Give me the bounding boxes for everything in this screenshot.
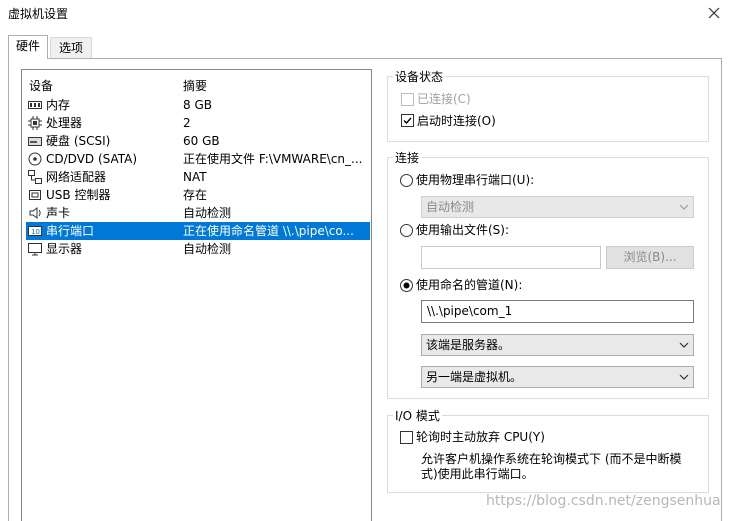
connected-checkbox[interactable] bbox=[401, 93, 414, 106]
output-file-label[interactable]: 使用输出文件(S): bbox=[416, 222, 509, 238]
cpu-icon bbox=[28, 116, 42, 130]
device-summary: 自动检测 bbox=[183, 242, 232, 256]
chevron-down-icon bbox=[679, 342, 689, 348]
io-mode-description-line1: 允许客户机操作系统在轮询模式下 (而不是中断模 bbox=[421, 452, 682, 466]
connect-at-power-on-checkbox[interactable] bbox=[401, 114, 414, 127]
device-summary: 自动检测 bbox=[183, 206, 232, 220]
physical-port-radio[interactable] bbox=[400, 174, 413, 187]
device-row-network[interactable]: 网络适配器 NAT bbox=[26, 168, 370, 186]
device-row-cd-dvd[interactable]: CD/DVD (SATA) 正在使用文件 F:\VMWARE\cn_... bbox=[26, 150, 370, 168]
select-value: 自动检测 bbox=[426, 200, 475, 214]
chevron-down-icon bbox=[679, 374, 689, 380]
close-button[interactable] bbox=[702, 1, 726, 25]
device-row-display[interactable]: 显示器 自动检测 bbox=[26, 240, 370, 258]
virtual-machine-settings-window: 虚拟机设置 硬件 选项 设备 摘要 内存 8 GB 处理器 2 硬盘 (SCSI… bbox=[0, 0, 729, 521]
memory-icon bbox=[28, 101, 42, 109]
named-pipe-value: \\.\pipe\com_1 bbox=[427, 304, 513, 318]
io-mode-title: I/O 模式 bbox=[393, 409, 442, 423]
yield-cpu-checkbox[interactable] bbox=[400, 431, 413, 444]
device-summary: NAT bbox=[183, 170, 207, 184]
harddisk-icon bbox=[28, 137, 42, 146]
device-summary: 正在使用命名管道 \\.\pipe\co... bbox=[183, 224, 354, 238]
tab-hardware[interactable]: 硬件 bbox=[8, 35, 48, 59]
device-summary: 60 GB bbox=[183, 134, 220, 148]
pipe-end-select[interactable]: 该端是服务器。 bbox=[421, 334, 694, 356]
device-name: 网络适配器 bbox=[46, 170, 107, 184]
device-row-serial-port[interactable]: 101 串行端口 正在使用命名管道 \\.\pipe\co... bbox=[26, 222, 370, 240]
device-summary: 2 bbox=[183, 116, 191, 130]
other-end-select[interactable]: 另一端是虚拟机。 bbox=[421, 366, 694, 388]
svg-text:101: 101 bbox=[31, 228, 42, 236]
usb-icon bbox=[29, 190, 41, 200]
output-file-input[interactable] bbox=[421, 246, 601, 269]
connection-title: 连接 bbox=[393, 151, 422, 165]
device-status-group bbox=[387, 76, 709, 142]
device-row-sound[interactable]: 声卡 自动检测 bbox=[26, 204, 370, 222]
close-icon bbox=[708, 7, 720, 19]
device-row-usb[interactable]: USB 控制器 存在 bbox=[26, 186, 370, 204]
named-pipe-label[interactable]: 使用命名的管道(N): bbox=[416, 277, 522, 293]
display-icon bbox=[28, 243, 42, 256]
physical-port-label[interactable]: 使用物理串行端口(U): bbox=[416, 172, 534, 188]
output-file-radio[interactable] bbox=[400, 224, 413, 237]
network-icon bbox=[28, 170, 42, 184]
radio-dot-icon bbox=[403, 282, 410, 289]
device-summary: 8 GB bbox=[183, 98, 212, 112]
device-name: 内存 bbox=[46, 98, 71, 112]
device-name: 串行端口 bbox=[46, 224, 95, 238]
window-title: 虚拟机设置 bbox=[8, 7, 69, 21]
browse-button[interactable]: 浏览(B)... bbox=[606, 246, 694, 269]
device-name: USB 控制器 bbox=[46, 188, 111, 202]
device-status-title: 设备状态 bbox=[393, 70, 446, 84]
tab-options[interactable]: 选项 bbox=[50, 37, 92, 59]
select-value: 另一端是虚拟机。 bbox=[426, 370, 523, 384]
watermark: https://blog.csdn.net/zengsenhua bbox=[486, 493, 721, 509]
device-name: 处理器 bbox=[46, 116, 83, 130]
device-name: 声卡 bbox=[46, 206, 71, 220]
device-summary: 存在 bbox=[183, 188, 208, 202]
sound-icon bbox=[29, 207, 41, 219]
select-value: 该端是服务器。 bbox=[426, 338, 511, 352]
io-mode-description-line2: 式)使用此串行端口。 bbox=[421, 467, 534, 481]
device-summary: 正在使用文件 F:\VMWARE\cn_... bbox=[183, 152, 363, 166]
column-header-summary[interactable]: 摘要 bbox=[183, 77, 207, 94]
device-name: 显示器 bbox=[46, 242, 83, 256]
named-pipe-input[interactable]: \\.\pipe\com_1 bbox=[421, 300, 694, 323]
column-header-device[interactable]: 设备 bbox=[29, 77, 53, 94]
connect-at-power-on-label[interactable]: 启动时连接(O) bbox=[417, 113, 496, 129]
chevron-down-icon bbox=[679, 204, 689, 210]
named-pipe-radio[interactable] bbox=[400, 279, 413, 292]
cd-icon bbox=[28, 152, 42, 166]
device-row-cpu[interactable]: 处理器 2 bbox=[26, 114, 370, 132]
device-row-harddisk[interactable]: 硬盘 (SCSI) 60 GB bbox=[26, 132, 370, 150]
device-name: CD/DVD (SATA) bbox=[46, 152, 138, 166]
connected-label[interactable]: 已连接(C) bbox=[417, 91, 471, 107]
physical-port-select[interactable]: 自动检测 bbox=[421, 196, 694, 218]
checkmark-icon bbox=[403, 117, 412, 125]
device-list[interactable]: 设备 摘要 内存 8 GB 处理器 2 硬盘 (SCSI) 60 GB CD/D… bbox=[21, 69, 372, 521]
device-name: 硬盘 (SCSI) bbox=[46, 134, 111, 148]
device-row-memory[interactable]: 内存 8 GB bbox=[26, 96, 370, 114]
serial-port-icon: 101 bbox=[28, 226, 42, 236]
yield-cpu-label[interactable]: 轮询时主动放弃 CPU(Y) bbox=[416, 429, 545, 445]
